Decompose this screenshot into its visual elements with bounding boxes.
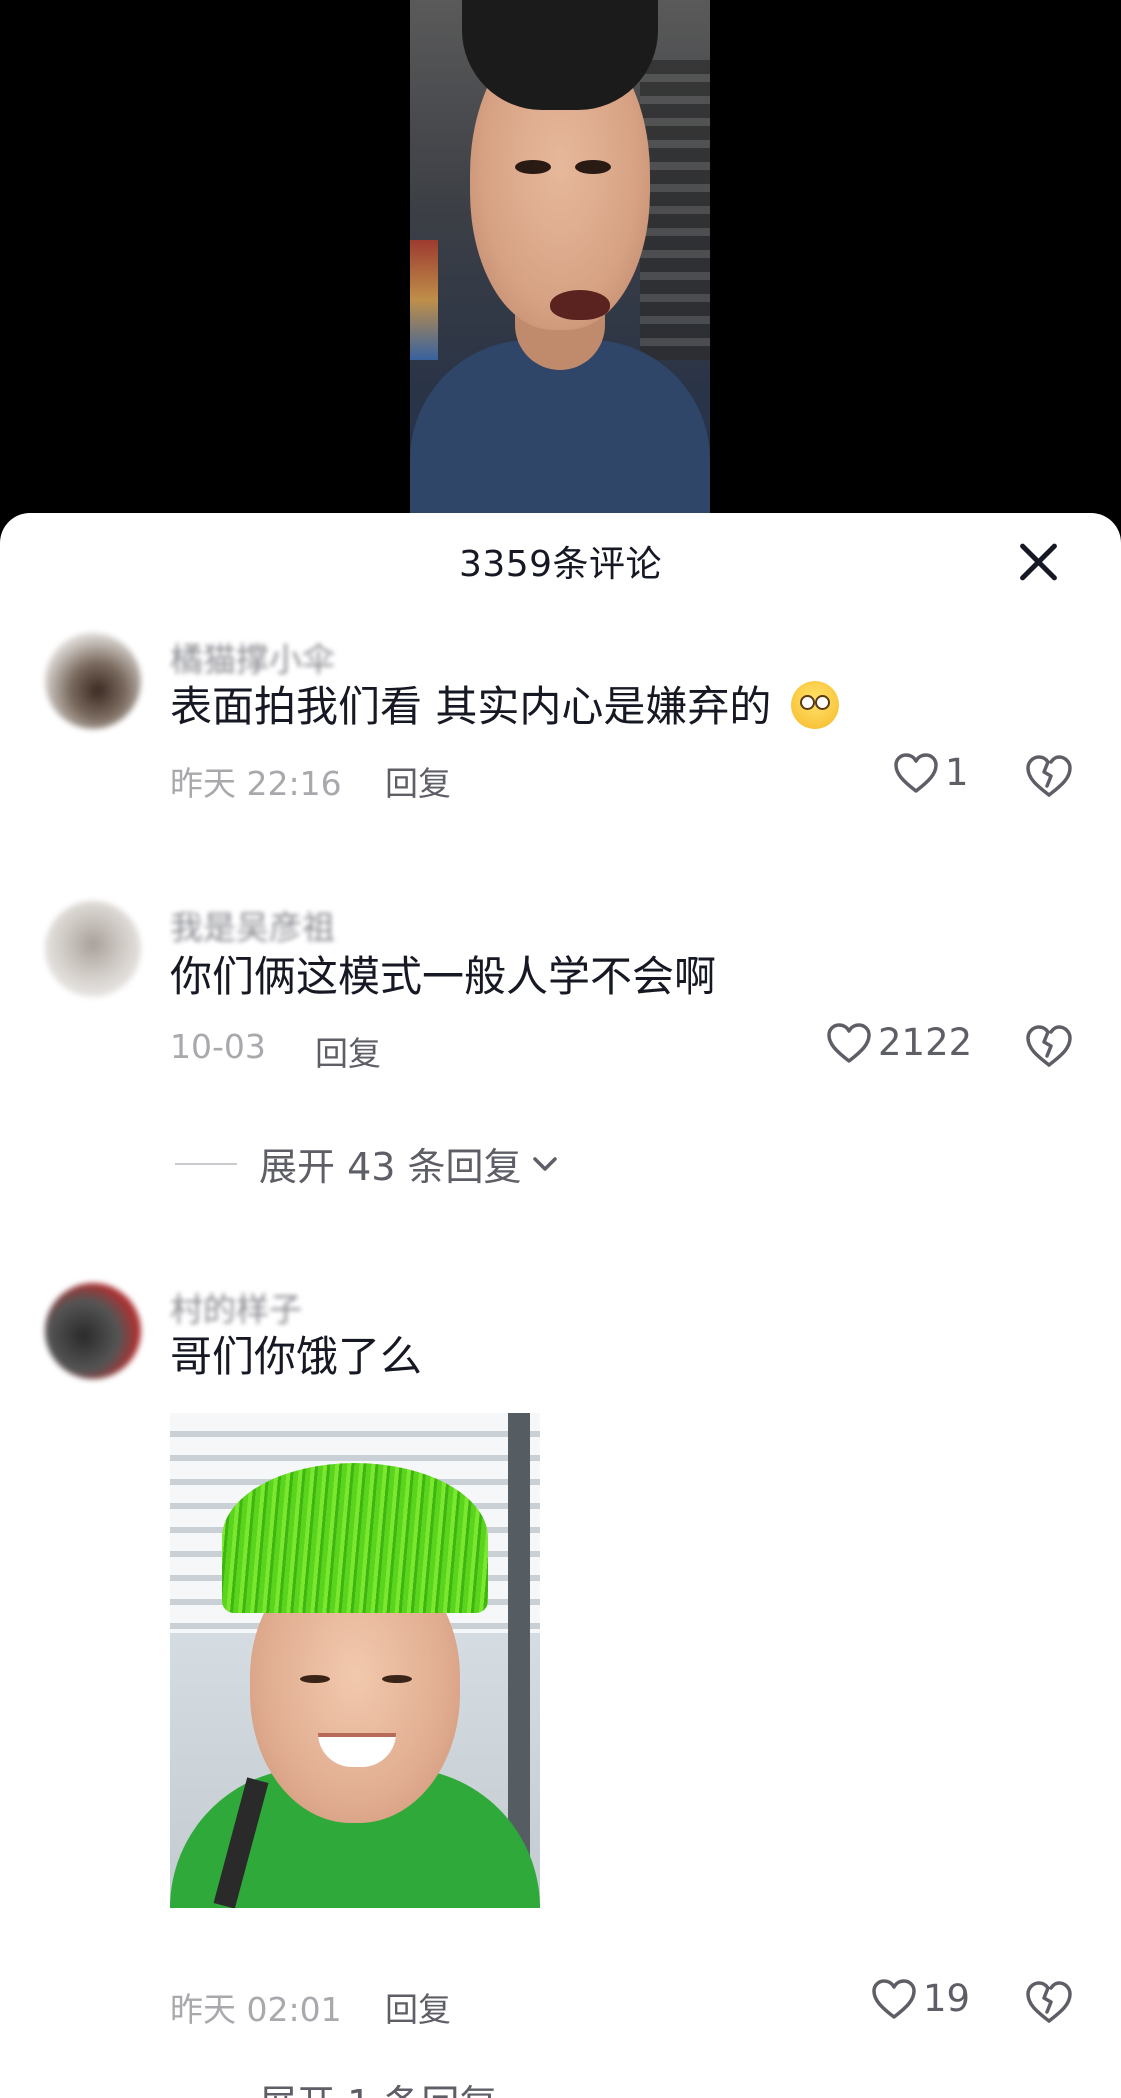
- like-count: 19: [923, 1977, 971, 2020]
- comment-sheet: 3359条评论 橘猫撑小伞 表面拍我们看 其实内心是嫌弃的 昨天 22:16 回…: [0, 513, 1121, 2098]
- comment-text: 哥们你饿了么: [170, 1332, 423, 1381]
- comment-count-title: 3359条评论: [458, 544, 663, 585]
- broken-heart-icon[interactable]: [1024, 753, 1074, 799]
- reply-button[interactable]: 回复: [385, 1983, 451, 2031]
- expand-replies-label: 展开 1 条回复: [259, 2073, 497, 2098]
- comment-text: 表面拍我们看 其实内心是嫌弃的: [170, 673, 839, 734]
- comment-username[interactable]: 我是吴彦祖: [170, 901, 335, 949]
- like-count: 2122: [878, 1021, 973, 1064]
- avatar[interactable]: [45, 901, 141, 997]
- avatar[interactable]: [45, 633, 141, 729]
- comment-time: 10-03: [170, 1027, 266, 1066]
- smiling-face-emoji-icon: [790, 681, 839, 729]
- like-button[interactable]: 1: [893, 751, 969, 794]
- chevron-down-icon: [532, 1156, 557, 1171]
- heart-icon: [872, 1978, 916, 2019]
- video-frame: [410, 0, 710, 520]
- video-player[interactable]: [0, 0, 1121, 520]
- comment-item: 我是吴彦祖 你们俩这模式一般人学不会啊 10-03 回复 2122 展开 43 …: [0, 901, 1121, 1231]
- like-count: 1: [945, 751, 969, 794]
- broken-heart-icon[interactable]: [1024, 1023, 1074, 1069]
- grass-hair: [222, 1463, 488, 1613]
- reply-button[interactable]: 回复: [385, 757, 451, 805]
- heart-icon: [894, 752, 938, 793]
- reply-button[interactable]: 回复: [315, 1027, 381, 1075]
- comment-item: 橘猫撑小伞 表面拍我们看 其实内心是嫌弃的 昨天 22:16 回复 1: [0, 633, 1121, 833]
- comment-time: 昨天 22:16: [170, 764, 342, 803]
- expand-replies-label: 展开 43 条回复: [259, 1145, 522, 1189]
- like-button[interactable]: 19: [871, 1977, 970, 2020]
- comment-image[interactable]: [170, 1413, 540, 1908]
- broken-heart-icon[interactable]: [1024, 1979, 1074, 2025]
- comment-time: 昨天 02:01: [170, 1990, 342, 2029]
- close-icon[interactable]: [1016, 539, 1060, 583]
- comment-item: 村的样子 哥们你饿了么 昨天 02:01 回复 19 展开 1 条回复: [0, 1283, 1121, 2098]
- heart-icon: [827, 1022, 871, 1063]
- divider: [175, 1162, 237, 1165]
- expand-replies-button[interactable]: 展开 43 条回复: [175, 1136, 560, 1191]
- expand-replies-button[interactable]: 展开 1 条回复: [175, 2073, 497, 2098]
- comment-text-content: 表面拍我们看 其实内心是嫌弃的: [170, 682, 772, 731]
- avatar[interactable]: [45, 1283, 141, 1379]
- like-button[interactable]: 2122: [826, 1021, 972, 1064]
- comment-text: 你们俩这模式一般人学不会啊: [170, 952, 717, 1001]
